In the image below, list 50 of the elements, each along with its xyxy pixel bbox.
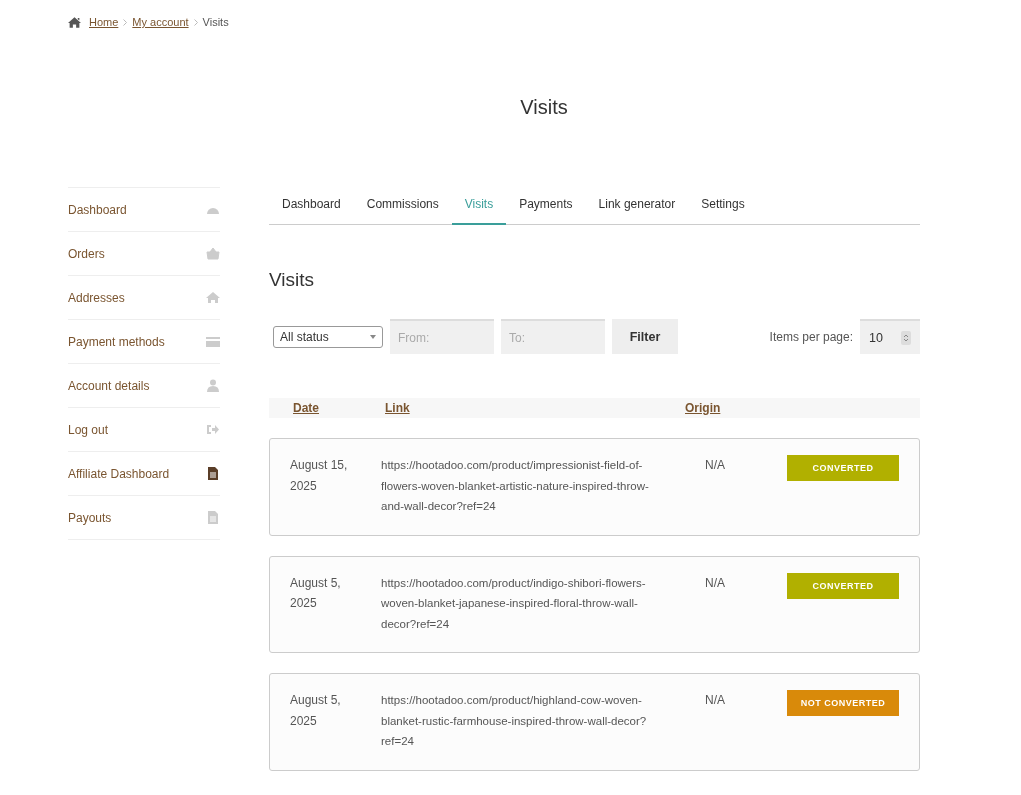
sidebar-item[interactable]: Affiliate Dashboard [68, 452, 220, 496]
breadcrumb-link[interactable]: My account [132, 16, 189, 28]
date-cell-text: August 15, 2025 [289, 457, 349, 495]
tab[interactable]: Link generator [585, 187, 689, 225]
date-cell-text: August 5, 2025 [289, 692, 342, 730]
origin-cell-text: N/A [705, 457, 726, 474]
stepper-icon [901, 330, 911, 345]
tab[interactable]: Settings [688, 187, 758, 225]
tab[interactable]: Dashboard [269, 187, 354, 225]
logout-icon [206, 423, 220, 436]
document-icon [206, 511, 220, 524]
house-icon [206, 291, 220, 304]
link-cell-text: https://hootadoo.com/product/highland-cow-woven-blanket-rustic-farmhouse-inspired-throw-wall-decor?ref=24 [381, 693, 648, 749]
sidebar-item[interactable]: Addresses [68, 276, 220, 320]
to-date-field[interactable]: To: [501, 319, 605, 354]
sidebar-item[interactable]: Dashboard [68, 188, 220, 232]
page-title: Visits [519, 96, 569, 119]
status-badge: CONVERTED [787, 455, 899, 481]
origin-cell-text: N/A [705, 692, 726, 709]
sidebar-item[interactable]: Log out [68, 408, 220, 452]
status-badge: CONVERTED [787, 572, 899, 599]
sidebar-item[interactable]: Payment methods [68, 320, 220, 364]
origin-cell-text: N/A [705, 574, 726, 592]
date-cell-text: August 5, 2025 [289, 574, 342, 612]
basket-icon [206, 247, 220, 260]
chevron-icon [123, 18, 128, 26]
sidebar-item[interactable]: Account details [68, 364, 220, 408]
link-cell-text: https://hootadoo.com/product/indigo-shibori-flowers-woven-blanket-japanese-inspired-floral-throw-wall-decor?ref=24 [381, 575, 647, 632]
home-icon [68, 16, 81, 28]
breadcrumb-current: Visits [202, 16, 229, 28]
column-header[interactable]: Link [385, 401, 410, 415]
sidebar-item[interactable]: Payouts [68, 496, 220, 540]
filter-button[interactable]: Filter [612, 319, 678, 354]
tab[interactable]: Commissions [353, 187, 452, 225]
sidebar-item[interactable]: Orders [68, 232, 220, 276]
items-per-page-label: Items per page: [769, 329, 853, 344]
column-header[interactable]: Date [293, 401, 319, 415]
column-header[interactable]: Origin [685, 401, 721, 415]
items-per-page-field[interactable]: 10 [860, 319, 920, 354]
status-dropdown[interactable]: All status [273, 325, 383, 348]
link-cell-text: https://hootadoo.com/product/impressionist-field-of-flowers-woven-blanket-artistic-nature-inspired-throw-and-wall-decor?ref=24 [381, 458, 650, 514]
breadcrumb-link[interactable]: Home [89, 16, 119, 28]
chevron-icon [193, 18, 198, 26]
credit-card-icon [206, 335, 220, 348]
section-title: Visits [269, 269, 316, 291]
user-icon [206, 379, 220, 392]
from-date-field[interactable]: From: [390, 319, 494, 354]
document-icon [206, 467, 220, 480]
status-badge: NOT CONVERTED [787, 690, 899, 716]
tab[interactable]: Payments [506, 187, 586, 225]
